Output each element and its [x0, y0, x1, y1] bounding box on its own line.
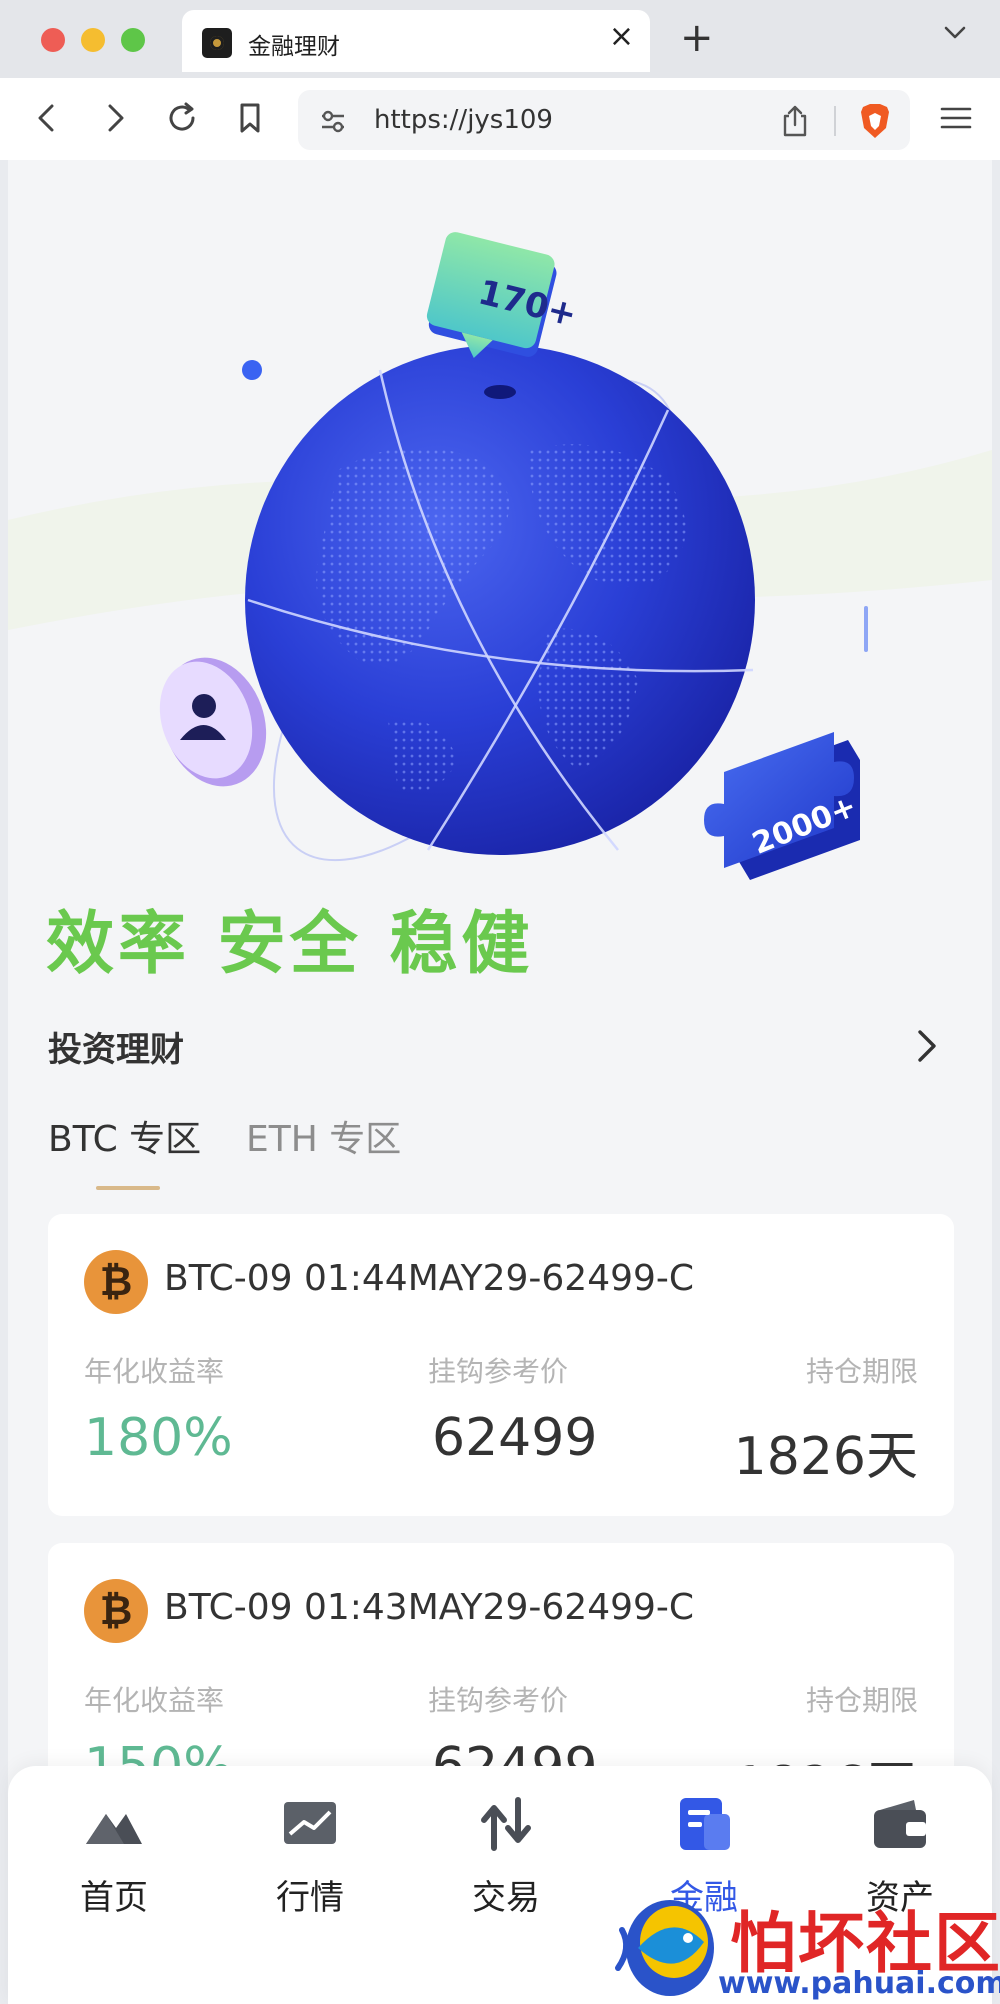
- product-name: BTC-09 01:44MAY29-62499-C: [164, 1258, 695, 1299]
- term-label: 持仓期限: [805, 1684, 918, 1717]
- new-tab-icon[interactable]: +: [680, 18, 714, 58]
- url-text[interactable]: https://jys109: [374, 105, 553, 135]
- window-minimize-button[interactable]: [81, 28, 105, 52]
- globe-illustration: 170+ 2000+: [8, 232, 992, 880]
- tab-btc-zone[interactable]: BTC 专区: [48, 1110, 201, 1162]
- rate-value: 180%: [84, 1408, 233, 1468]
- watermark-fish-logo-icon: [615, 1900, 714, 1996]
- term-label: 持仓期限: [805, 1355, 918, 1388]
- bookmark-icon[interactable]: [230, 98, 270, 138]
- address-bar-divider: [834, 106, 836, 136]
- active-tab-indicator: [96, 1186, 160, 1190]
- product-name: BTC-09 01:43MAY29-62499-C: [164, 1587, 695, 1628]
- tab-eth-zone[interactable]: ETH 专区: [246, 1110, 401, 1162]
- site-settings-icon[interactable]: [318, 106, 348, 136]
- hero-slogan: 效率 安全 稳健: [46, 905, 534, 984]
- bitcoin-icon: ₿: [84, 1579, 148, 1643]
- tab-list-chevron-icon[interactable]: [944, 26, 966, 40]
- finance-document-icon: [680, 1798, 730, 1850]
- nav-home[interactable]: 首页: [54, 1794, 174, 1964]
- back-icon[interactable]: [28, 98, 68, 138]
- rate-label: 年化收益率: [84, 1355, 225, 1388]
- bitcoin-icon: ₿: [84, 1250, 148, 1314]
- site-watermark: 怕坏社区 www.pahuai.com: [608, 1890, 1000, 2004]
- strike-label: 挂钩参考价: [428, 1684, 569, 1717]
- product-card[interactable]: ₿ BTC-09 01:44MAY29-62499-C 年化收益率 挂钩参考价 …: [48, 1214, 954, 1516]
- window-close-button[interactable]: [41, 28, 65, 52]
- nav-label: 首页: [80, 1878, 148, 1918]
- nav-market[interactable]: 行情: [250, 1794, 370, 1964]
- nav-trade[interactable]: 交易: [446, 1794, 566, 1964]
- nav-label: 交易: [472, 1878, 540, 1918]
- home-mountain-icon: [86, 1814, 142, 1844]
- browser-menu-icon[interactable]: [940, 106, 972, 130]
- share-icon[interactable]: [780, 104, 810, 138]
- trade-arrows-icon: [481, 1797, 531, 1851]
- rate-label: 年化收益率: [84, 1684, 225, 1717]
- term-value: 1826天: [733, 1427, 918, 1487]
- strike-label: 挂钩参考价: [428, 1355, 569, 1388]
- strike-value: 62499: [432, 1408, 598, 1468]
- brave-shield-icon[interactable]: [858, 102, 892, 140]
- watermark-url: www.pahuai.com: [718, 1966, 1000, 2001]
- market-chart-icon: [284, 1802, 336, 1844]
- wallet-icon: [874, 1800, 926, 1848]
- hero-banner: 170+ 2000+ 效率 安全 稳健: [8, 160, 992, 1020]
- tab-title: 金融理财: [248, 34, 340, 60]
- section-more-chevron-icon[interactable]: [914, 1026, 940, 1066]
- forward-icon[interactable]: [94, 98, 134, 138]
- browser-tab-bar: 金融理财 × +: [0, 0, 1000, 78]
- page-content: 170+ 2000+ 效率 安全 稳健 投资理财 BTC 专区 ETH 专区 ₿: [8, 160, 992, 2004]
- section-title-invest: 投资理财: [48, 1030, 184, 1070]
- browser-toolbar: https://jys109: [0, 78, 1000, 160]
- address-bar[interactable]: https://jys109: [298, 90, 910, 150]
- nav-label: 行情: [276, 1878, 344, 1918]
- tab-close-icon[interactable]: ×: [609, 22, 634, 52]
- window-zoom-button[interactable]: [121, 28, 145, 52]
- site-favicon-icon: [202, 28, 232, 58]
- browser-tab-active[interactable]: 金融理财 ×: [182, 10, 650, 72]
- reload-icon[interactable]: [162, 98, 202, 138]
